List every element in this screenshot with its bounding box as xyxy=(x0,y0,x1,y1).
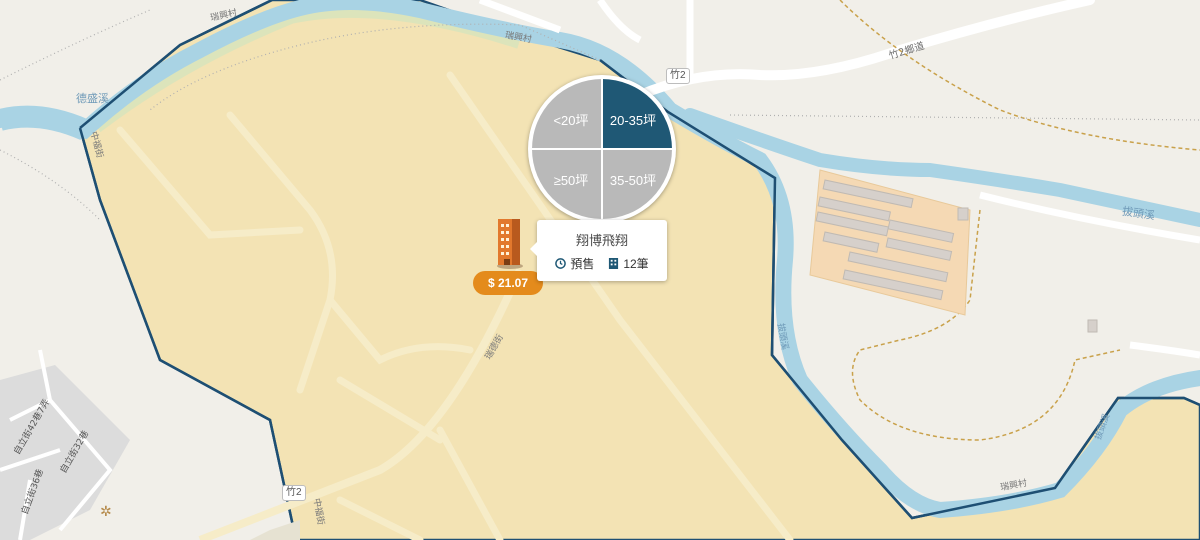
project-name: 翔博飛翔 xyxy=(575,233,628,248)
clock-icon xyxy=(555,258,567,269)
project-status: 預售 xyxy=(555,255,594,272)
route-shield-zhu2-top: 竹2 xyxy=(666,68,690,84)
project-status-text: 預售 xyxy=(570,257,595,271)
poi-icon: ✲ xyxy=(100,504,112,520)
project-info-card[interactable]: 翔博飛翔 預售 12筆 xyxy=(530,220,667,281)
river-label-west: 德盛溪 xyxy=(76,92,109,105)
project-count-text: 12筆 xyxy=(623,257,649,271)
building-icon xyxy=(609,258,619,269)
wheel-divider xyxy=(532,148,672,150)
road-zhu2 xyxy=(635,0,1095,100)
project-count: 12筆 xyxy=(608,255,649,272)
building-marker-icon[interactable] xyxy=(494,217,524,269)
route-shield-zhu2-bottom: 竹2 xyxy=(282,485,306,501)
size-filter-wheel: <20坪 20-35坪 ≥50坪 35-50坪 xyxy=(528,75,676,223)
price-badge[interactable]: $ 21.07 xyxy=(473,271,543,295)
